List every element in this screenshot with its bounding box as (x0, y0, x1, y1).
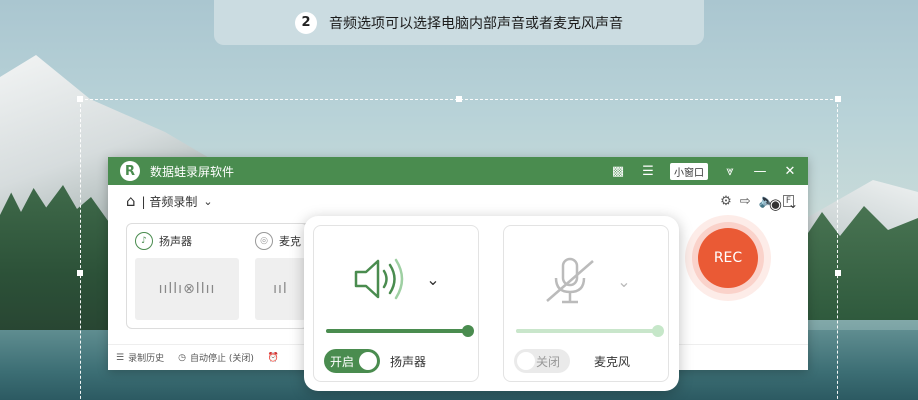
toolbar: ⌂ | 音频录制 ⌄ ⚙ ⇨ 🔈 F (108, 185, 808, 217)
mic-card-label: 麦克 (279, 235, 301, 248)
speaker-icon: ♪ (135, 232, 153, 250)
chevron-down-icon[interactable]: ⌄ (788, 197, 798, 211)
app-title: 数据蛙录屏软件 (150, 164, 235, 179)
history-label: 录制历史 (128, 354, 165, 364)
alarm-icon: ⏰ (267, 352, 280, 363)
chevron-down-icon[interactable]: ⌄ (203, 195, 212, 208)
camera-icon[interactable]: ◉ (769, 195, 782, 213)
speaker-volume-slider[interactable] (326, 325, 474, 337)
mic-device-label: 麦克风 (594, 354, 631, 369)
rec-button[interactable]: REC (698, 228, 758, 288)
mic-waveform: ııl (255, 258, 306, 320)
mic-source-card[interactable]: ◎ 麦克 ııl (251, 223, 311, 329)
app-logo: R (120, 161, 140, 181)
tip-step-number: 2 (295, 11, 317, 34)
clock-icon: ◷ (178, 352, 186, 363)
pin-icon[interactable]: ⩔ (722, 164, 738, 179)
record-history-button[interactable]: ☰ 录制历史 (116, 351, 165, 365)
speaker-card-label: 扬声器 (159, 235, 192, 248)
auto-stop-button[interactable]: ◷ 自动停止 (关闭) (178, 351, 254, 365)
speaker-device-label: 扬声器 (390, 354, 427, 369)
speaker-option-card: ⌄ 开启 扬声器 (313, 225, 479, 382)
auto-stop-label: 自动停止 (关闭) (189, 354, 254, 364)
speaker-device-dropdown[interactable]: ⌄ (426, 270, 439, 289)
speaker-waveform: ııllı⊗llıı (135, 258, 239, 320)
home-icon[interactable]: ⌂ (126, 192, 136, 210)
mic-toggle[interactable]: 关闭 (514, 349, 570, 373)
tip-text: 音频选项可以选择电脑内部声音或者麦克风声音 (329, 15, 623, 32)
settings-icon[interactable]: ⚙ (720, 194, 732, 209)
speaker-toggle[interactable]: 开启 (324, 349, 380, 373)
rec-button-ring: REC (685, 215, 771, 301)
close-icon[interactable]: ✕ (782, 164, 798, 179)
mic-volume-slider[interactable] (516, 325, 664, 337)
export-icon[interactable]: ⇨ (740, 194, 751, 209)
minimize-icon[interactable]: — (752, 164, 768, 179)
title-bar[interactable]: R 数据蛙录屏软件 ▩ ☰ 小窗口 ⩔ — ✕ (108, 157, 808, 185)
microphone-muted-icon[interactable] (541, 256, 599, 306)
mode-selector[interactable]: | 音频录制 (142, 193, 198, 210)
resize-handle-top[interactable] (456, 96, 462, 102)
tip-banner: 2 音频选项可以选择电脑内部声音或者麦克风声音 (214, 0, 704, 45)
resize-handle-top-right[interactable] (835, 96, 841, 102)
menu-icon[interactable]: ☰ (640, 164, 656, 179)
mic-toggle-label: 关闭 (536, 354, 561, 369)
mic-device-dropdown[interactable]: ⌄ (617, 272, 630, 291)
message-icon[interactable]: ▩ (610, 164, 626, 179)
mic-option-card: ⌄ 关闭 麦克风 (503, 225, 669, 382)
resize-handle-left[interactable] (77, 270, 83, 276)
list-icon: ☰ (116, 352, 125, 363)
audio-options-popup: ⌄ 开启 扬声器 ⌄ 关闭 麦克风 (304, 216, 679, 391)
resize-handle-top-left[interactable] (77, 96, 83, 102)
resize-handle-right[interactable] (835, 270, 841, 276)
schedule-button[interactable]: ⏰ (268, 353, 279, 363)
speaker-toggle-label: 开启 (330, 354, 355, 369)
speaker-volume-icon[interactable] (352, 256, 408, 302)
screenshot-control[interactable]: ◉ ⌄ (769, 195, 798, 213)
mini-window-button[interactable]: 小窗口 (670, 162, 708, 180)
microphone-icon: ◎ (255, 232, 273, 250)
